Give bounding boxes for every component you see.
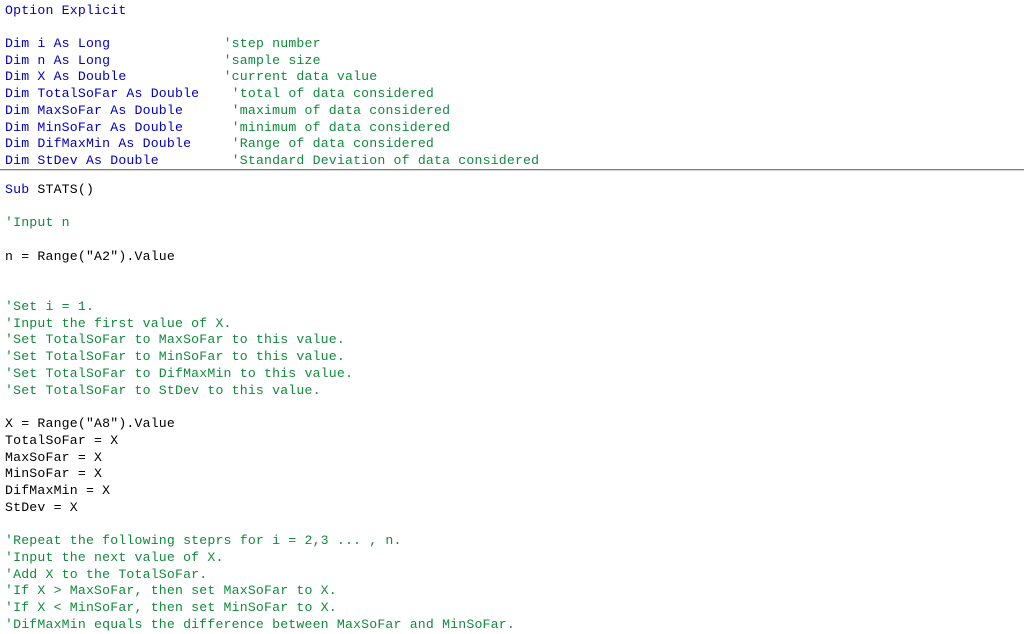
vba-comment: 'Set i = 1. [5, 299, 95, 315]
code-line-blank[interactable] [0, 232, 1024, 249]
vba-declaration-body: X As Double [29, 69, 127, 85]
code-line-declaration[interactable]: Dim X As Double 'current data value [0, 69, 1024, 86]
vba-comment: 'Set TotalSoFar to MinSoFar to this valu… [5, 349, 345, 365]
vba-comment: 'Add X to the TotalSoFar. [5, 566, 208, 582]
comment-alignment-pad [183, 103, 232, 118]
code-line-declaration[interactable]: Option Explicit [0, 3, 1024, 20]
vba-declaration-body: StDev As Double [29, 153, 159, 169]
vba-statement: n = Range("A2").Value [5, 248, 175, 264]
vba-declaration-body: MinSoFar As Double [29, 119, 184, 135]
comment-alignment-pad [183, 120, 232, 135]
code-line-comment[interactable]: 'Set TotalSoFar to MaxSoFar to this valu… [0, 332, 1024, 349]
vba-keyword: Dim [5, 153, 30, 169]
declarations-section[interactable]: Option Explicit Dim i As Long 'step numb… [0, 3, 1024, 170]
comment-alignment-pad [126, 69, 223, 84]
vba-inline-comment: 'step number [223, 35, 321, 51]
vba-statement: MinSoFar = X [5, 466, 103, 482]
code-line-comment[interactable]: 'Add X to the TotalSoFar. [0, 567, 1024, 584]
vba-inline-comment: 'total of data considered [231, 86, 435, 102]
vba-statement: X = Range("A8").Value [5, 416, 175, 432]
vba-statement: TotalSoFar = X [5, 432, 119, 448]
vba-keyword: Dim [5, 86, 30, 102]
procedure-signature[interactable]: Sub STATS() [0, 182, 1024, 199]
vba-comment: 'Input n [5, 215, 70, 231]
vba-inline-comment: 'current data value [223, 69, 378, 85]
vba-inline-comment: 'maximum of data considered [231, 102, 451, 118]
vba-inline-comment: 'sample size [223, 52, 321, 68]
vba-statement: MaxSoFar = X [5, 449, 103, 465]
procedure-section[interactable]: Sub STATS() 'Input n n = Range("A2").Val… [0, 182, 1024, 633]
vba-keyword: Dim [5, 136, 30, 152]
code-line-comment[interactable]: 'Set TotalSoFar to DifMaxMin to this val… [0, 366, 1024, 383]
vba-keyword: Dim [5, 52, 30, 68]
comment-alignment-pad [191, 136, 231, 151]
vba-comment: 'If X < MinSoFar, then set MinSoFar to X… [5, 599, 337, 615]
vba-keyword: Dim [5, 102, 30, 118]
code-line-blank[interactable] [0, 399, 1024, 416]
comment-alignment-pad [199, 86, 231, 101]
vba-comment: 'Input the next value of X. [5, 549, 224, 565]
vba-comment: 'DifMaxMin equals the difference between… [5, 616, 515, 632]
code-line-blank[interactable] [0, 282, 1024, 299]
vba-statement: DifMaxMin = X [5, 482, 111, 498]
vba-comment: 'Set TotalSoFar to MaxSoFar to this valu… [5, 332, 345, 348]
vba-keyword: Sub [5, 182, 30, 197]
code-line-comment[interactable]: 'Input n [0, 215, 1024, 232]
code-line-declaration[interactable]: Dim n As Long 'sample size [0, 53, 1024, 70]
vba-keyword: Dim [5, 35, 30, 51]
code-line-statement[interactable]: DifMaxMin = X [0, 483, 1024, 500]
vba-comment: 'Set TotalSoFar to StDev to this value. [5, 382, 321, 398]
code-line-statement[interactable]: MinSoFar = X [0, 466, 1024, 483]
vba-declaration-body: TotalSoFar As Double [29, 86, 200, 102]
vba-keyword: Dim [5, 119, 30, 135]
code-line-declaration[interactable]: Dim StDev As Double 'Standard Deviation … [0, 153, 1024, 170]
procedure-name: STATS() [29, 182, 95, 197]
comment-alignment-pad [110, 36, 223, 51]
vba-declaration-body: MaxSoFar As Double [29, 102, 184, 118]
code-line-blank[interactable] [0, 199, 1024, 216]
code-line-statement[interactable]: TotalSoFar = X [0, 433, 1024, 450]
code-line-comment[interactable]: 'If X < MinSoFar, then set MinSoFar to X… [0, 600, 1024, 617]
code-line-statement[interactable]: StDev = X [0, 500, 1024, 517]
declarations-section-divider [0, 169, 1024, 171]
code-line-comment[interactable]: 'If X > MaxSoFar, then set MaxSoFar to X… [0, 583, 1024, 600]
code-line-comment[interactable]: 'Input the next value of X. [0, 550, 1024, 567]
code-line-statement[interactable]: MaxSoFar = X [0, 450, 1024, 467]
code-line-comment[interactable]: 'Set TotalSoFar to MinSoFar to this valu… [0, 349, 1024, 366]
code-line-blank[interactable] [0, 266, 1024, 283]
code-line-comment[interactable]: 'Set i = 1. [0, 299, 1024, 316]
vba-statement: StDev = X [5, 499, 78, 515]
code-line-statement[interactable]: X = Range("A8").Value [0, 416, 1024, 433]
vba-comment: 'If X > MaxSoFar, then set MaxSoFar to X… [5, 583, 337, 599]
vba-inline-comment: 'Range of data considered [231, 136, 435, 152]
code-line-declaration[interactable]: Dim MinSoFar As Double 'minimum of data … [0, 120, 1024, 137]
code-line-statement[interactable]: n = Range("A2").Value [0, 249, 1024, 266]
vba-keyword: Dim [5, 69, 30, 85]
vba-declaration-body: DifMaxMin As Double [29, 136, 192, 152]
vba-comment: 'Input the first value of X. [5, 315, 232, 331]
vba-comment: 'Repeat the following steprs for i = 2,3… [5, 533, 402, 549]
code-line-declaration[interactable]: Dim DifMaxMin As Double 'Range of data c… [0, 136, 1024, 153]
code-line-declaration[interactable]: Dim MaxSoFar As Double 'maximum of data … [0, 103, 1024, 120]
code-line-comment[interactable]: 'DifMaxMin equals the difference between… [0, 617, 1024, 634]
vba-comment: 'Set TotalSoFar to DifMaxMin to this val… [5, 365, 354, 381]
vba-inline-comment: 'Standard Deviation of data considered [231, 153, 540, 169]
vba-declaration-body: i As Long [29, 35, 111, 51]
comment-alignment-pad [159, 153, 232, 168]
code-line-declaration[interactable]: Dim i As Long 'step number [0, 36, 1024, 53]
comment-alignment-pad [110, 53, 223, 68]
vba-declaration-body: n As Long [29, 52, 111, 68]
code-line-comment[interactable]: 'Set TotalSoFar to StDev to this value. [0, 383, 1024, 400]
vba-code-editor[interactable]: Option Explicit Dim i As Long 'step numb… [0, 0, 1024, 634]
code-line-blank[interactable] [0, 19, 1024, 36]
code-line-declaration[interactable]: Dim TotalSoFar As Double 'total of data … [0, 86, 1024, 103]
code-line-comment[interactable]: 'Input the first value of X. [0, 316, 1024, 333]
code-line-comment[interactable]: 'Repeat the following steprs for i = 2,3… [0, 533, 1024, 550]
code-line-blank[interactable] [0, 516, 1024, 533]
vba-inline-comment: 'minimum of data considered [231, 119, 451, 135]
vba-keyword: Option Explicit [5, 2, 127, 18]
